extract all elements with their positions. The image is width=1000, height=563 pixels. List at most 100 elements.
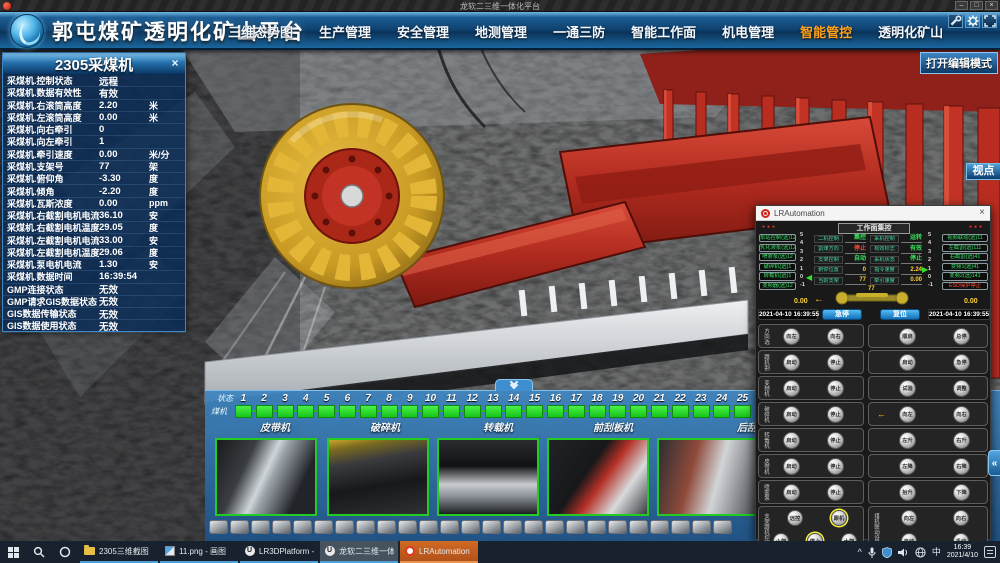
status-block[interactable] [691,404,712,417]
round-control-button[interactable]: 停止 [827,432,844,449]
task-screenshot-folder[interactable]: 2305三维截图 [80,541,158,563]
fullscreen-icon[interactable] [982,14,997,28]
status-block[interactable] [545,404,566,417]
tray-expand-icon[interactable]: ^ [858,548,862,557]
round-control-button[interactable]: 停止 [827,406,844,423]
remote-button[interactable]: 视频联动(远)11 [942,234,988,242]
round-control-button[interactable]: 抬升 [899,484,916,501]
notification-center-icon[interactable] [984,546,996,558]
status-block[interactable] [670,404,691,417]
round-control-button[interactable]: 启动 [783,380,800,397]
filmstrip-cell[interactable] [713,520,732,534]
filmstrip-cell[interactable] [314,520,333,534]
nav-item[interactable]: 一通三防 [553,22,605,41]
filmstrip-cell[interactable] [272,520,291,534]
tools-wrench-icon[interactable] [948,14,963,28]
viewpoint-tab[interactable]: 视点 [966,163,1000,180]
remote-button[interactable]: 变频2(远)141 [942,272,988,280]
round-control-button[interactable]: 向左 [901,510,917,526]
filmstrip-cell[interactable] [356,520,375,534]
status-block[interactable] [483,404,504,417]
filmstrip-cell[interactable] [251,520,270,534]
filmstrip-cell[interactable] [587,520,606,534]
ime-indicator[interactable]: 中 [932,548,941,557]
remote-button[interactable]: 乳化液泵(远)12 [759,244,796,252]
nav-item[interactable]: 安全管理 [397,22,449,41]
remote-button[interactable]: 变频器(远)12 [759,282,796,290]
nav-item[interactable]: 智能管控 [800,22,852,41]
remote-button[interactable]: 转载机(远)1 [759,272,796,280]
status-block[interactable] [399,404,420,417]
status-block[interactable] [732,404,753,417]
status-block[interactable] [462,404,483,417]
remote-button[interactable]: 左截割(远)111 [942,244,988,252]
status-block[interactable] [337,404,358,417]
round-control-button[interactable]: 启动 [783,432,800,449]
camera-thumbnail[interactable] [215,438,317,516]
filmstrip-cell[interactable] [482,520,501,534]
network-globe-icon[interactable] [915,547,926,558]
filmstrip-cell[interactable] [335,520,354,534]
task-paint[interactable]: 11.png - 画图 [160,541,238,563]
maximize-button[interactable]: □ [970,1,983,10]
camera-thumbnail[interactable] [657,438,757,516]
collapse-side-panel-button[interactable]: « [988,450,1000,476]
task-lr3dplatform[interactable]: U LR3DPlatform - U... [240,541,318,563]
shield-icon[interactable] [882,547,892,558]
round-control-button[interactable]: 右升 [953,432,970,449]
status-block[interactable] [649,404,670,417]
round-control-button[interactable]: 向右 [953,406,970,423]
round-control-button[interactable]: 左降 [899,458,916,475]
remote-button[interactable]: 泵站控制(远)12 [759,234,796,242]
filmstrip-cell[interactable] [692,520,711,534]
remote-button[interactable]: 破碎机(远)1 [759,263,796,271]
open-edit-mode-button[interactable]: 打开编辑模式 [920,52,998,74]
status-block[interactable] [711,404,732,417]
minimize-button[interactable]: – [955,1,968,10]
panel-close-icon[interactable]: × [168,56,182,70]
filmstrip-cell[interactable] [209,520,228,534]
filmstrip-cell[interactable] [461,520,480,534]
status-block[interactable] [628,404,649,417]
filmstrip-cell[interactable] [230,520,249,534]
start-button[interactable] [0,541,26,563]
nav-item[interactable]: 智能工作面 [631,22,696,41]
filmstrip-cell[interactable] [398,520,417,534]
round-control-button[interactable]: 右降 [953,458,970,475]
round-control-button[interactable]: 向右 [953,510,969,526]
search-button[interactable] [26,541,52,563]
filmstrip-cell[interactable] [503,520,522,534]
cortana-button[interactable] [52,541,78,563]
lr-close-icon[interactable]: × [979,208,985,218]
nav-item[interactable]: 生产管理 [319,22,371,41]
round-control-button[interactable]: 向左 [899,406,916,423]
status-block[interactable] [295,404,316,417]
round-control-button[interactable]: 启动 [783,484,800,501]
os-titlebar[interactable]: 龙软二三维一体化平台 – □ × [0,0,1000,12]
nav-item[interactable]: 地测管理 [475,22,527,41]
camera-thumbnail[interactable] [327,438,429,516]
lr-titlebar[interactable]: LRAutomation × [756,206,990,221]
status-block[interactable] [275,404,296,417]
remote-button[interactable]: 变频1(远)41 [942,263,988,271]
round-control-button[interactable]: 启动 [783,354,800,371]
status-block[interactable] [607,404,628,417]
status-block[interactable] [254,404,275,417]
filmstrip-cell[interactable] [566,520,585,534]
filmstrip-cell[interactable] [671,520,690,534]
remote-button[interactable]: ESD保护停止 [942,282,988,290]
filmstrip-cell[interactable] [419,520,438,534]
status-block[interactable] [420,404,441,417]
round-control-button[interactable]: 下降 [953,484,970,501]
settings-gear-icon[interactable] [965,14,980,28]
filmstrip-cell[interactable] [545,520,564,534]
nav-item[interactable]: 透明化矿山 [878,22,943,41]
close-button[interactable]: × [985,1,998,10]
nav-item[interactable]: 机电管理 [722,22,774,41]
emergency-stop-button[interactable]: 急停 [822,309,862,320]
collapse-strip-button[interactable] [495,379,533,391]
filmstrip-cell[interactable] [377,520,396,534]
round-control-button[interactable]: 向右 [827,328,844,345]
round-control-button[interactable]: 停止 [827,484,844,501]
task-platform-active[interactable]: U 龙软二三维一体化... [320,541,398,563]
